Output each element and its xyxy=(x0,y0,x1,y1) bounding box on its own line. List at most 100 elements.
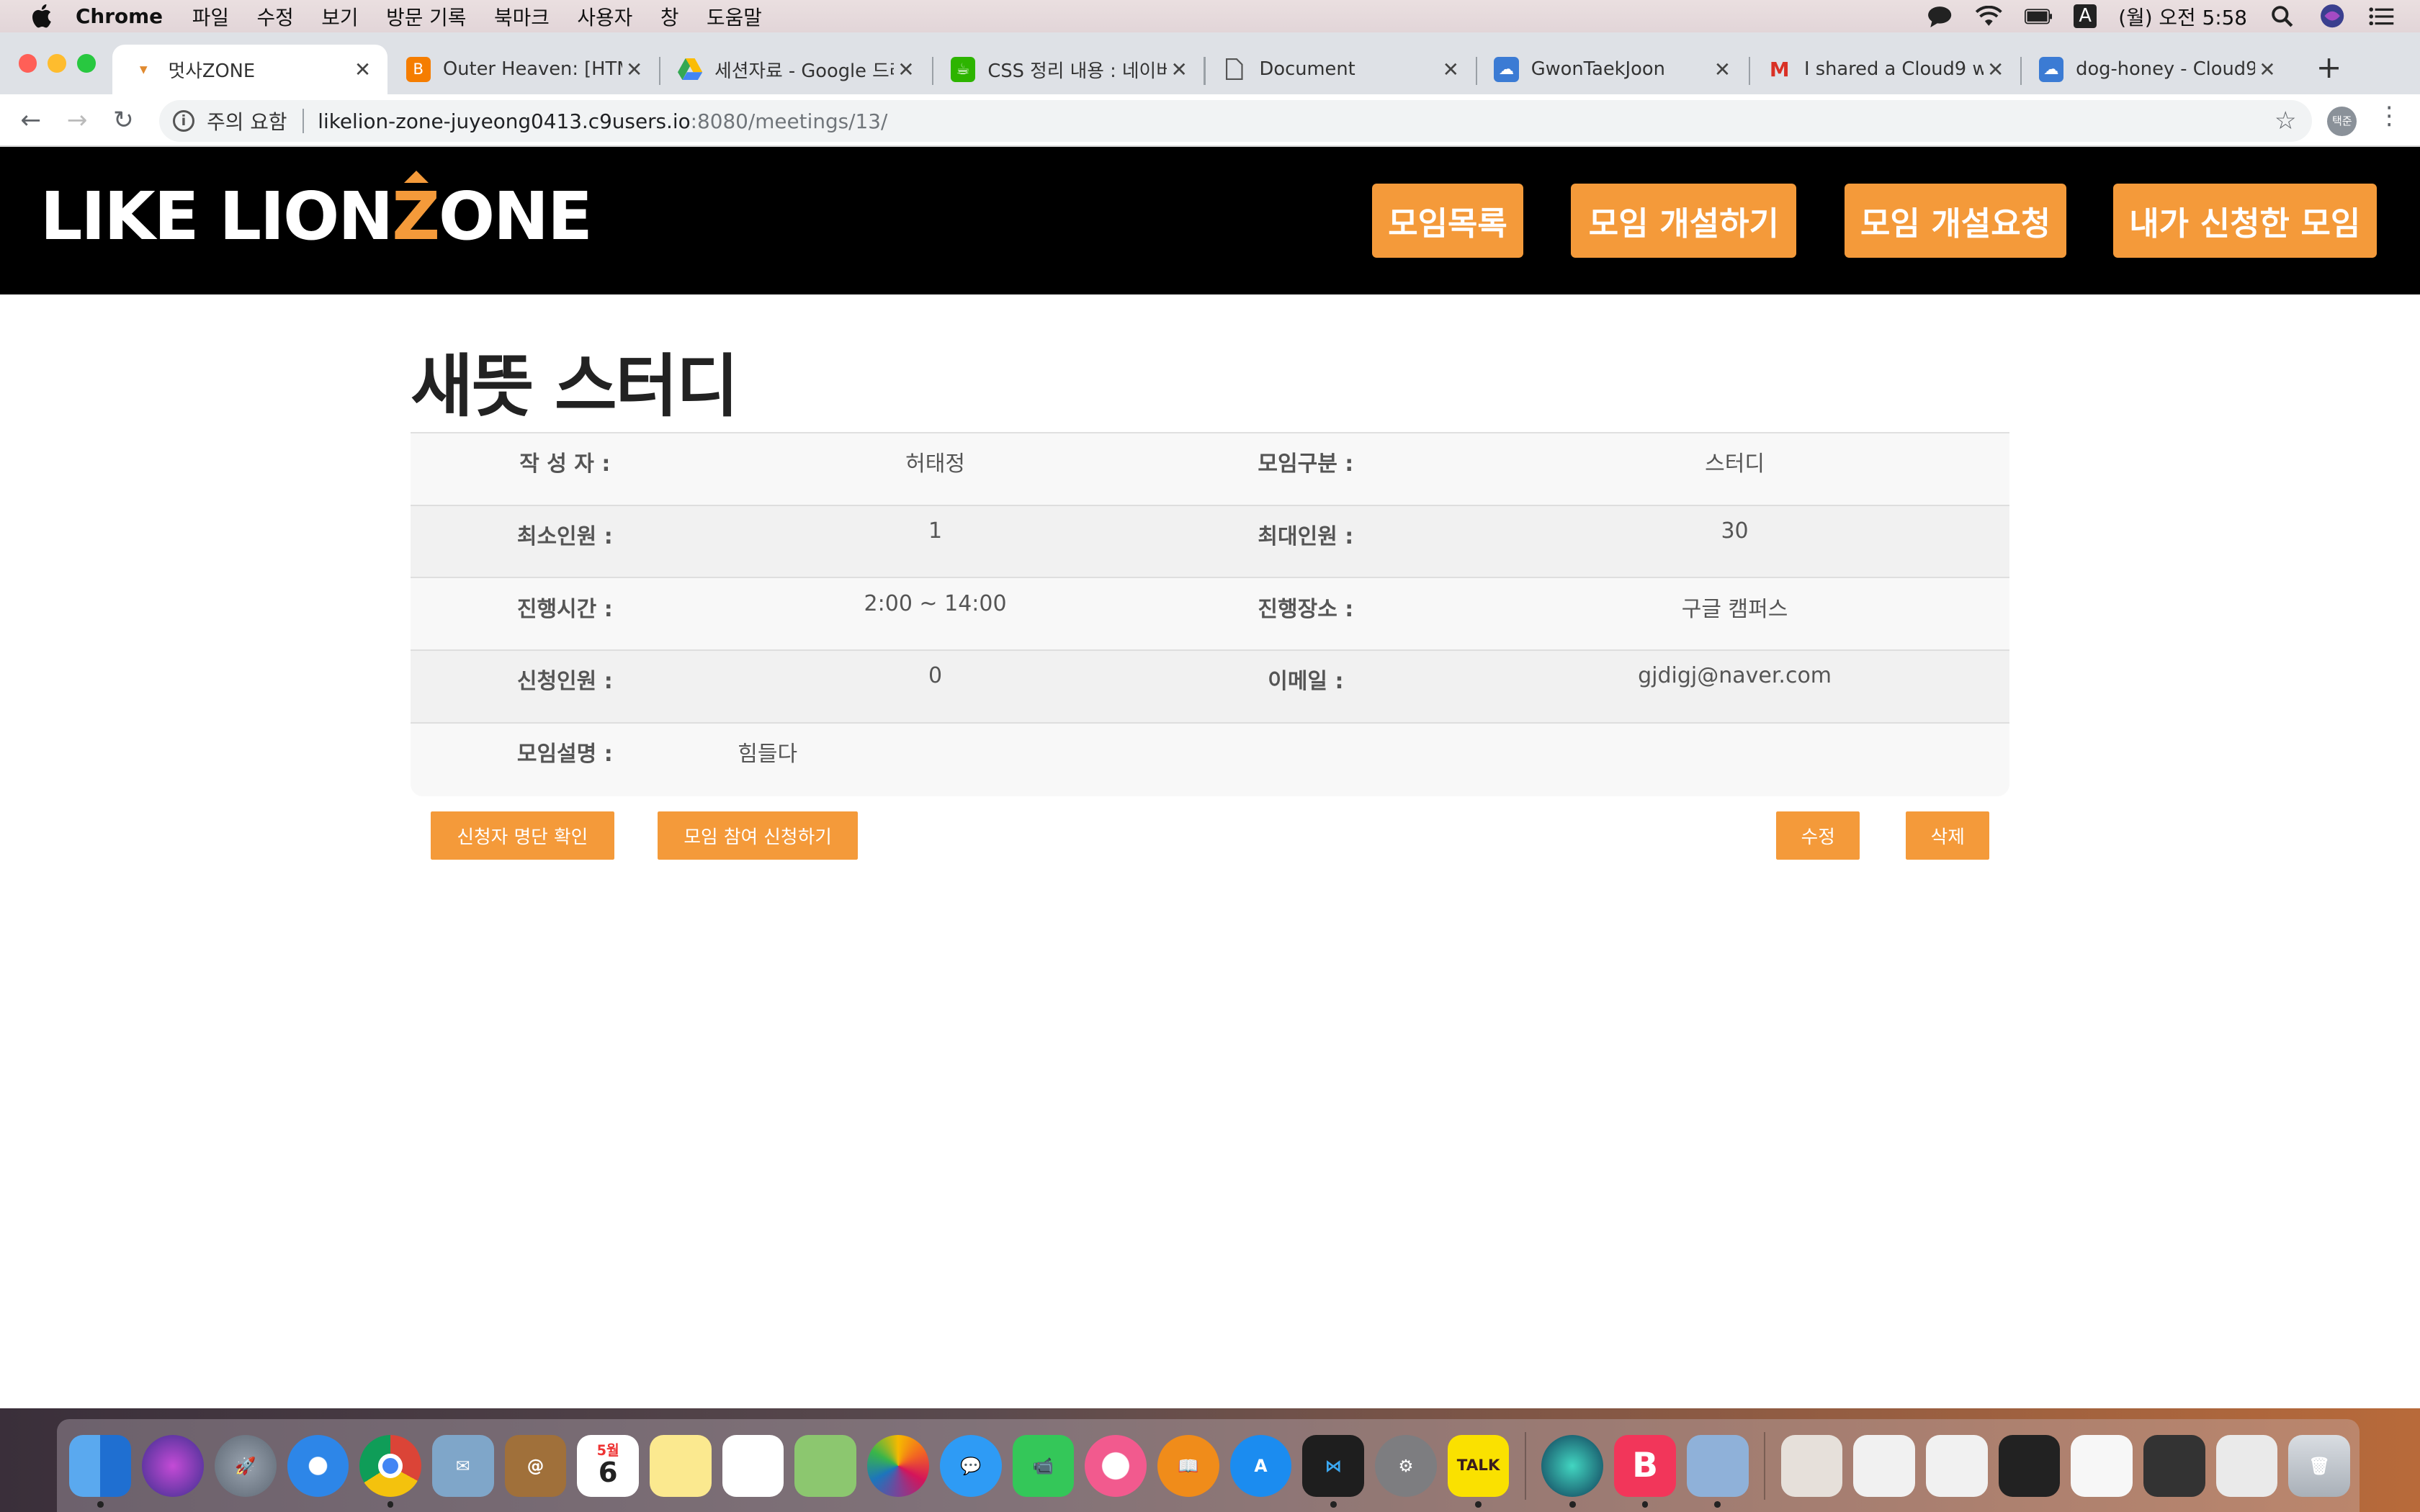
minimized-window-icon[interactable] xyxy=(1853,1434,1915,1497)
tab-close-icon[interactable]: ✕ xyxy=(894,58,918,81)
tab-close-icon[interactable]: ✕ xyxy=(1710,58,1734,81)
menu-help[interactable]: 도움말 xyxy=(707,2,762,31)
notes-icon[interactable] xyxy=(650,1434,712,1497)
tab-outer-heaven[interactable]: B Outer Heaven: [HTML] ✕ xyxy=(387,45,659,94)
tab-title: I shared a Cloud9 workspace xyxy=(1803,58,1984,81)
facetime-icon[interactable]: 📹 xyxy=(1012,1434,1075,1497)
tab-gmail[interactable]: M I shared a Cloud9 workspace ✕ xyxy=(1749,45,2020,94)
tab-close-icon[interactable]: ✕ xyxy=(622,58,647,81)
address-bar[interactable]: i 주의 요함 likelion-zone-juyeong0413.c9user… xyxy=(158,100,2312,143)
bear-b-icon[interactable]: B xyxy=(1614,1434,1676,1508)
view-applicants-button[interactable]: 신청자 명단 확인 xyxy=(430,811,614,860)
photos-icon[interactable] xyxy=(867,1434,929,1497)
books-icon[interactable]: 📖 xyxy=(1157,1434,1219,1497)
profile-avatar[interactable]: 택준 xyxy=(2327,106,2357,136)
nav-my-meetings[interactable]: 내가 신청한 모임 xyxy=(2112,183,2377,258)
chrome-icon[interactable] xyxy=(359,1434,421,1508)
vscode-icon[interactable]: ⋈ xyxy=(1302,1434,1365,1508)
minimized-window-icon[interactable] xyxy=(2215,1434,2278,1497)
tab-close-icon[interactable]: ✕ xyxy=(2255,58,2280,81)
finder-icon[interactable] xyxy=(69,1434,132,1508)
url-path[interactable]: :8080/meetings/13/ xyxy=(691,109,888,133)
trash-icon[interactable]: 🗑 xyxy=(2288,1434,2351,1497)
menu-window[interactable]: 창 xyxy=(660,2,679,31)
tab-google-drive[interactable]: 세션자료 - Google 드라이브 ✕ xyxy=(659,45,931,94)
contacts-icon[interactable]: @ xyxy=(504,1434,567,1497)
place-label: 진행장소 : xyxy=(1258,596,1354,622)
join-meeting-button[interactable]: 모임 참여 신청하기 xyxy=(657,811,859,860)
nav-create-meeting[interactable]: 모임 개설하기 xyxy=(1571,183,1797,258)
document-stack-icon[interactable] xyxy=(1780,1434,1843,1497)
time-value: 2:00 ~ 14:00 xyxy=(864,590,1007,616)
siri-icon[interactable] xyxy=(142,1434,204,1497)
itunes-icon[interactable]: ♪ xyxy=(1085,1434,1147,1497)
messages-icon[interactable] xyxy=(1925,4,1953,28)
calendar-icon[interactable]: 5월 6 xyxy=(577,1434,640,1497)
minimized-window-icon[interactable] xyxy=(1925,1434,1988,1497)
siri-icon[interactable] xyxy=(2318,4,2347,28)
battery-icon[interactable] xyxy=(2024,4,2053,28)
system-preferences-icon[interactable]: ⚙ xyxy=(1375,1434,1437,1497)
menu-history[interactable]: 방문 기록 xyxy=(386,2,466,31)
mail-stamp-icon[interactable]: ✉ xyxy=(431,1434,494,1497)
edit-button[interactable]: 수정 xyxy=(1776,811,1860,860)
tab-title: Document xyxy=(1259,58,1355,81)
tab-title: 세션자료 - Google 드라이브 xyxy=(714,60,894,82)
menu-edit[interactable]: 수정 xyxy=(257,2,294,31)
menu-people[interactable]: 사용자 xyxy=(577,2,632,31)
table-row: 모임설명 : 힘들다 xyxy=(411,724,2009,796)
tab-close-icon[interactable]: ✕ xyxy=(1438,58,1463,81)
chrome-menu-icon[interactable]: ⋮ xyxy=(2377,102,2401,130)
info-icon[interactable]: i xyxy=(172,110,194,132)
menubar-clock[interactable]: (월) 오전 5:58 xyxy=(2118,2,2247,31)
back-button[interactable]: ← xyxy=(14,104,48,138)
kakaotalk-icon[interactable]: TALK xyxy=(1447,1434,1510,1508)
minimized-window-icon[interactable] xyxy=(1998,1434,2061,1497)
tab-naver-cafe[interactable]: ☕ CSS 정리 내용 : 네이버 카페 ✕ xyxy=(932,45,1204,94)
max-members-label: 최대인원 : xyxy=(1258,523,1354,549)
tab-close-icon[interactable]: ✕ xyxy=(1984,58,2008,81)
window-zoom-button[interactable] xyxy=(77,54,96,73)
window-close-button[interactable] xyxy=(18,54,37,73)
tab-document[interactable]: Document ✕ xyxy=(1204,45,1475,94)
preview-icon[interactable] xyxy=(1686,1434,1749,1508)
menubar-app-name[interactable]: Chrome xyxy=(76,4,163,28)
minimized-window-icon[interactable] xyxy=(2143,1434,2205,1497)
menu-bookmarks[interactable]: 북마크 xyxy=(494,2,550,31)
app-store-icon[interactable]: A xyxy=(1229,1434,1292,1497)
messages-icon[interactable]: 💬 xyxy=(939,1434,1002,1497)
tab-dog-honey[interactable]: ☁ dog-honey - Cloud9 ✕ xyxy=(2020,45,2292,94)
menu-file[interactable]: 파일 xyxy=(192,2,229,31)
description-label: 모임설명 : xyxy=(516,741,613,767)
dock-divider xyxy=(1764,1431,1766,1500)
minimized-window-icon[interactable] xyxy=(2071,1434,2133,1497)
tab-close-icon[interactable]: ✕ xyxy=(1167,58,1191,81)
bookmark-star-icon[interactable]: ☆ xyxy=(2275,107,2297,135)
reminders-icon[interactable] xyxy=(722,1434,784,1497)
spotlight-icon[interactable] xyxy=(2269,4,2297,28)
nav-request-meeting[interactable]: 모임 개설요청 xyxy=(1844,183,2067,258)
security-warning[interactable]: 주의 요함 xyxy=(207,107,287,135)
launchpad-icon[interactable]: 🚀 xyxy=(214,1434,277,1497)
browser-tab-strip: ▾ 멋사ZONE ✕ B Outer Heaven: [HTML] ✕ 세션자료… xyxy=(0,32,2420,94)
forward-button[interactable]: → xyxy=(60,104,94,138)
wifi-icon[interactable] xyxy=(1975,4,2003,28)
tab-gwontaekjoon[interactable]: ☁ GwonTaekJoon ✕ xyxy=(1476,45,1747,94)
delete-button[interactable]: 삭제 xyxy=(1906,811,1990,860)
email-label: 이메일 : xyxy=(1268,669,1344,695)
whale-browser-icon[interactable] xyxy=(1541,1434,1604,1508)
nav-meeting-list[interactable]: 모임목록 xyxy=(1372,183,1523,258)
url-host[interactable]: likelion-zone-juyeong0413.c9users.io xyxy=(318,109,690,133)
apple-icon[interactable] xyxy=(28,4,54,28)
notification-center-icon[interactable] xyxy=(2367,4,2396,28)
site-logo[interactable]: LIKE LION Z ONE xyxy=(40,171,593,255)
maps-icon[interactable] xyxy=(794,1434,857,1497)
tab-close-icon[interactable]: ✕ xyxy=(350,58,375,81)
menu-view[interactable]: 보기 xyxy=(321,2,358,31)
reload-button[interactable]: ↻ xyxy=(107,104,140,138)
window-minimize-button[interactable] xyxy=(48,54,67,73)
safari-icon[interactable] xyxy=(287,1434,349,1497)
tab-likelion-zone[interactable]: ▾ 멋사ZONE ✕ xyxy=(112,45,387,94)
input-source-icon[interactable]: A xyxy=(2074,4,2097,28)
new-tab-button[interactable]: + xyxy=(2311,50,2347,88)
